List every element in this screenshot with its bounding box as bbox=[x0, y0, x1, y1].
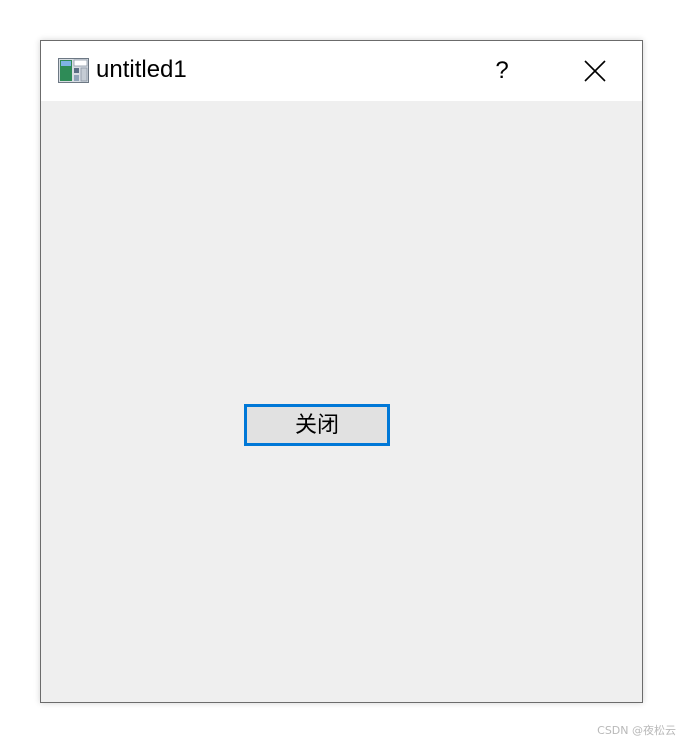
watermark: CSDN @夜松云 bbox=[597, 724, 676, 737]
dialog-window: untitled1 ? 关闭 bbox=[40, 40, 643, 703]
window-title: untitled1 bbox=[96, 56, 187, 83]
close-icon bbox=[584, 60, 606, 82]
app-icon bbox=[58, 58, 89, 83]
title-bar[interactable]: untitled1 ? bbox=[41, 41, 642, 101]
help-button[interactable]: ? bbox=[477, 41, 527, 101]
dialog-client-area: 关闭 bbox=[41, 101, 642, 702]
close-dialog-button-label: 关闭 bbox=[294, 413, 339, 438]
close-dialog-button[interactable]: 关闭 bbox=[244, 404, 390, 446]
window-close-button[interactable] bbox=[564, 41, 626, 101]
